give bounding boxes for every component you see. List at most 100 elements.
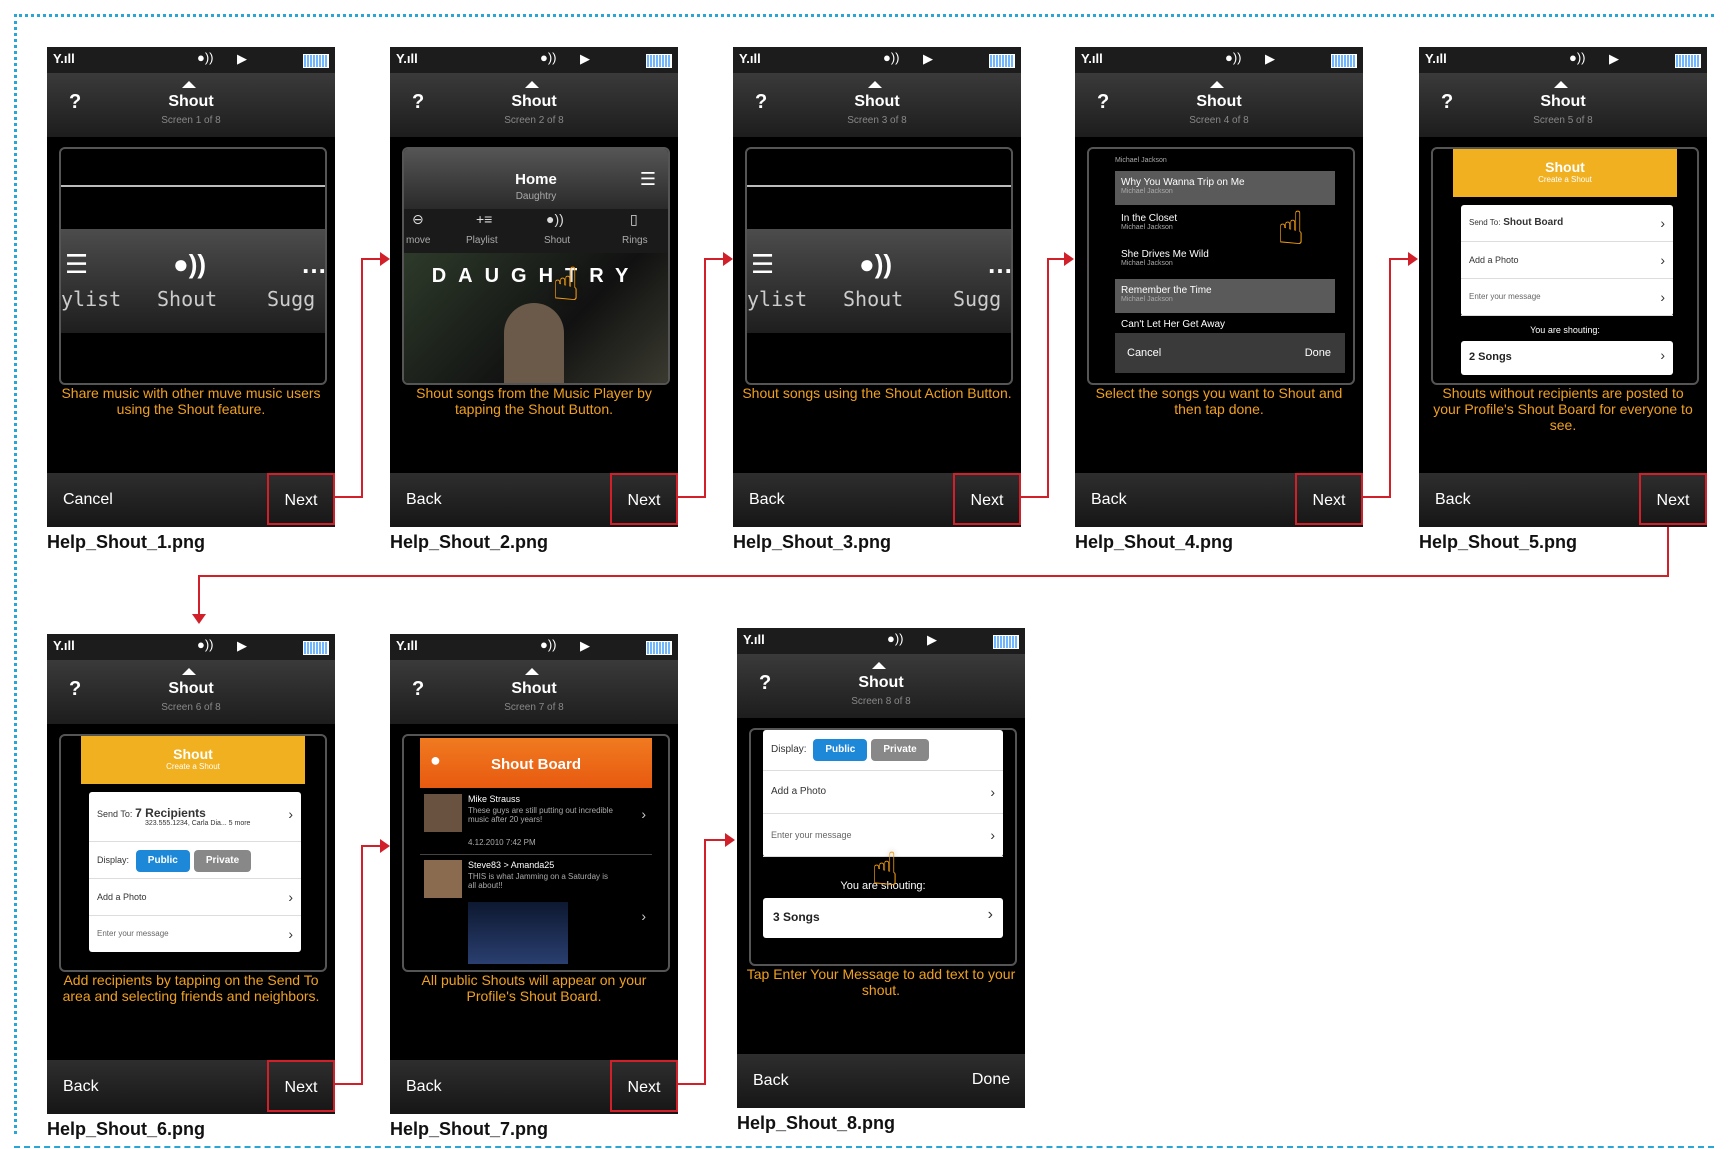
- bottom-bar: Back Done: [737, 1054, 1025, 1108]
- flow-arrow: [1389, 258, 1391, 498]
- next-button[interactable]: Next: [267, 1060, 335, 1112]
- public-toggle[interactable]: Public: [135, 850, 190, 872]
- public-toggle[interactable]: Public: [813, 739, 868, 761]
- speaker-icon: ●)): [883, 50, 900, 65]
- caption: Select the songs you want to Shout and t…: [1095, 385, 1343, 417]
- action-strip: ☰ ●)) … ylist Shout Sugg: [61, 229, 325, 333]
- add-photo-row[interactable]: Add a Photo ›: [89, 879, 301, 916]
- private-toggle[interactable]: Private: [193, 850, 252, 872]
- song-artist: Michael Jackson: [1121, 188, 1173, 195]
- header-subtitle: Screen 4 of 8: [1189, 115, 1249, 126]
- shout-icon[interactable]: ●)): [546, 211, 564, 227]
- add-photo-row[interactable]: Add a Photo ›: [1461, 242, 1673, 279]
- action-label-playlist: Playlist: [466, 235, 498, 246]
- arrow-head-icon: [1408, 252, 1418, 266]
- status-bar: Y.ıll ●)) ▶: [1075, 47, 1363, 73]
- shouting-label: You are shouting:: [1530, 325, 1600, 335]
- list-icon[interactable]: ☰: [640, 169, 656, 190]
- message-placeholder: Enter your message: [97, 929, 169, 938]
- ringtone-icon[interactable]: ▯: [630, 211, 638, 228]
- signal-icon: Y.ıll: [1425, 51, 1447, 66]
- remove-icon[interactable]: ⊖: [412, 211, 424, 228]
- caption: Shout songs from the Music Player by tap…: [416, 385, 652, 417]
- done-button[interactable]: Done: [957, 1054, 1025, 1106]
- back-button[interactable]: Back: [1091, 491, 1127, 509]
- player-artist: Daughtry: [515, 191, 557, 202]
- file-label: Help_Shout_7.png: [390, 1119, 549, 1139]
- chevron-right-icon: ›: [288, 806, 293, 822]
- private-toggle[interactable]: Private: [871, 739, 929, 761]
- next-button[interactable]: Next: [267, 473, 335, 525]
- header-title: Shout: [854, 93, 900, 110]
- add-photo-label: Add a Photo: [1469, 255, 1519, 265]
- phone-screen-6: Y.ıll ●)) ▶ ? Shout Screen 6 of 8 Shout Crea…: [47, 634, 335, 1114]
- cancel-button[interactable]: Cancel: [1127, 347, 1161, 359]
- caption: All public Shouts will appear on your Pr…: [421, 972, 647, 1004]
- status-bar: Y.ıll ●)) ▶: [737, 628, 1025, 654]
- add-playlist-icon[interactable]: +≡: [476, 211, 492, 227]
- album-art: DAUGHTRY: [404, 253, 668, 383]
- flow-arrow: [1667, 527, 1669, 577]
- status-bar: Y.ıll ●)) ▶: [390, 634, 678, 660]
- send-to-row[interactable]: Send To: Shout Board ›: [1461, 205, 1673, 242]
- post-date: 4.12.2010 7:42 PM: [468, 838, 536, 847]
- message-placeholder: Enter your message: [771, 830, 852, 840]
- phone-screen-8: Y.ıll ●)) ▶ ? Shout Screen 8 of 8 Display: P…: [737, 628, 1025, 1108]
- chevron-right-icon: ›: [641, 806, 646, 822]
- post-text: These guys are still putting out incredi…: [468, 806, 613, 824]
- tap-hand-icon: ☝: [871, 843, 900, 895]
- flow-arrow: [704, 258, 724, 260]
- back-button[interactable]: Back: [1435, 491, 1471, 509]
- cancel-button[interactable]: Cancel: [63, 491, 113, 509]
- signal-icon: Y.ıll: [53, 638, 75, 653]
- phone-screen-2: Y.ıll ●)) ▶ ? Shout Screen 2 of 8 Home Daugh…: [390, 47, 678, 527]
- send-to-label: Send To:: [97, 809, 133, 819]
- message-row[interactable]: Enter your message ›: [89, 916, 301, 952]
- chevron-right-icon: ›: [1660, 289, 1665, 305]
- back-button[interactable]: Back: [753, 1072, 789, 1090]
- post-item[interactable]: Mike Strauss These guys are still puttin…: [420, 792, 652, 855]
- status-bar: Y.ıll ●)) ▶: [390, 47, 678, 73]
- playlist-icon: ☰: [751, 249, 775, 279]
- next-button[interactable]: Next: [1639, 473, 1707, 525]
- battery-icon: [989, 54, 1015, 68]
- songs-row[interactable]: 3 Songs ›: [763, 898, 1003, 938]
- dashed-border-bottom: [14, 1146, 1714, 1148]
- phone-screen-3: Y.ıll ●)) ▶ ? Shout Screen 3 of 8 ☰ ●)) … yl…: [733, 47, 1021, 527]
- action-bar: Cancel Done: [1115, 333, 1345, 373]
- back-button[interactable]: Back: [406, 1078, 442, 1096]
- bottom-bar: Back Next: [47, 1060, 335, 1114]
- send-to-row[interactable]: Send To: 7 Recipients 323.555.1234, Carl…: [89, 792, 301, 842]
- preview-screenshot: Shout Create a Shout Send To: Shout Boar…: [1431, 147, 1699, 385]
- battery-icon: [1331, 54, 1357, 68]
- speaker-icon: ●)): [1569, 50, 1586, 65]
- next-button[interactable]: Next: [610, 473, 678, 525]
- file-label: Help_Shout_5.png: [1419, 532, 1578, 552]
- back-button[interactable]: Back: [749, 491, 785, 509]
- next-button[interactable]: Next: [610, 1060, 678, 1112]
- done-button[interactable]: Done: [1305, 347, 1331, 359]
- next-button[interactable]: Next: [1295, 473, 1363, 525]
- post-item[interactable]: Steve83 > Amanda25 THIS is what Jamming …: [420, 856, 652, 970]
- song-row[interactable]: Can't Let Her Get Away: [1115, 315, 1335, 333]
- header-subtitle: Screen 2 of 8: [504, 115, 564, 126]
- player-title: Home: [515, 171, 557, 188]
- caption: Shouts without recipients are posted to …: [1433, 385, 1693, 433]
- signal-icon: Y.ıll: [739, 51, 761, 66]
- speaker-icon: ●)): [540, 50, 557, 65]
- band-name: DAUGHTRY: [431, 265, 641, 287]
- songs-count: 3 Songs: [773, 910, 820, 924]
- message-row[interactable]: Enter your message ›: [1461, 279, 1673, 316]
- back-button[interactable]: Back: [63, 1078, 99, 1096]
- flow-arrow: [1021, 496, 1049, 498]
- singer-figure: [504, 303, 564, 383]
- header-title: Shout: [168, 680, 214, 697]
- song-title: Why You Wanna Trip on Me: [1121, 177, 1245, 188]
- back-button[interactable]: Back: [406, 491, 442, 509]
- display-row: Display: Public Private: [89, 842, 301, 879]
- song-row[interactable]: Why You Wanna Trip on Me Michael Jackson: [1115, 171, 1335, 205]
- songs-row[interactable]: 2 Songs ›: [1461, 341, 1673, 375]
- song-row[interactable]: Remember the Time Michael Jackson: [1115, 279, 1335, 313]
- add-photo-row[interactable]: Add a Photo ›: [763, 771, 1003, 814]
- next-button[interactable]: Next: [953, 473, 1021, 525]
